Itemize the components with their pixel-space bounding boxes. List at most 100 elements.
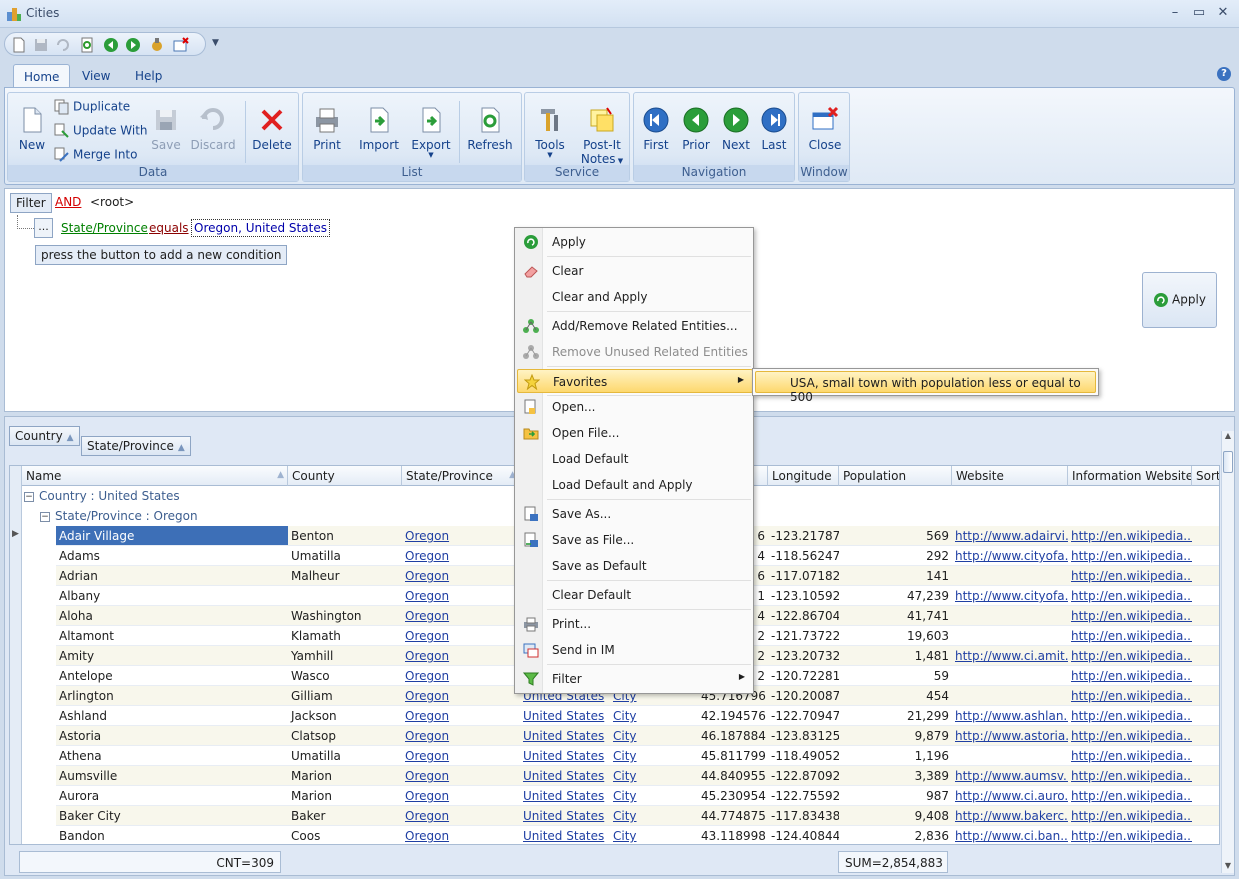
menu-item-open-file[interactable]: Open File... xyxy=(517,421,753,445)
cell-state[interactable]: Oregon xyxy=(402,686,520,706)
cell-info[interactable]: http://en.wikipedia.... xyxy=(1068,706,1192,726)
menu-item-clear-and-apply[interactable]: Clear and Apply xyxy=(517,285,753,309)
vertical-scrollbar[interactable]: ▲ ▼ xyxy=(1221,431,1234,873)
tab-home[interactable]: Home xyxy=(13,64,71,88)
prior-button[interactable]: Prior xyxy=(678,105,714,152)
cell-state[interactable]: Oregon xyxy=(402,566,520,586)
filter-operator[interactable]: AND xyxy=(55,195,81,209)
table-row[interactable]: Ashland Jackson Oregon United States City 42.… xyxy=(10,706,1219,726)
cell-info[interactable]: http://en.wikipedia.... xyxy=(1068,546,1192,566)
menu-item-add-remove-related[interactable]: Add/Remove Related Entities... xyxy=(517,314,753,338)
scroll-thumb[interactable] xyxy=(1223,451,1233,473)
cell-web[interactable] xyxy=(952,666,1068,686)
menu-item-save-as-default[interactable]: Save as Default xyxy=(517,554,753,578)
cell-web[interactable] xyxy=(952,686,1068,706)
save-button[interactable]: Save xyxy=(146,105,186,152)
cell-state[interactable]: Oregon xyxy=(402,706,520,726)
menu-item-clear[interactable]: Clear xyxy=(517,259,753,283)
column-header-name[interactable]: Name ▲ xyxy=(22,466,288,486)
merge-into-button[interactable]: Merge Into xyxy=(54,147,137,167)
cell-type[interactable]: City xyxy=(610,746,698,766)
refresh-button[interactable]: Refresh xyxy=(465,105,515,152)
cell-info[interactable]: http://en.wikipedia.... xyxy=(1068,626,1192,646)
cell-info[interactable]: http://en.wikipedia.... xyxy=(1068,586,1192,606)
print-button[interactable]: Print xyxy=(307,105,347,152)
cell-state[interactable]: Oregon xyxy=(402,606,520,626)
group-by-state-chip[interactable]: State/Province ▲ xyxy=(81,436,191,456)
table-row[interactable]: Baker City Baker Oregon United States City 44… xyxy=(10,806,1219,826)
minimize-button[interactable]: – xyxy=(1163,4,1187,22)
cell-info[interactable]: http://en.wikipedia.... xyxy=(1068,766,1192,786)
cell-info[interactable]: http://en.wikipedia.... xyxy=(1068,666,1192,686)
menu-item-open[interactable]: Open... xyxy=(517,395,753,419)
filter-value[interactable]: Oregon, United States xyxy=(191,219,330,237)
cell-web[interactable] xyxy=(952,626,1068,646)
cell-country[interactable]: United States xyxy=(520,766,610,786)
cell-info[interactable]: http://en.wikipedia.... xyxy=(1068,606,1192,626)
cell-web[interactable] xyxy=(952,746,1068,766)
cell-info[interactable]: http://en.wikipedia.... xyxy=(1068,526,1192,546)
table-row[interactable]: Aurora Marion Oregon United States City 45.23… xyxy=(10,786,1219,806)
table-row[interactable]: Aumsville Marion Oregon United States City 44… xyxy=(10,766,1219,786)
cell-web[interactable] xyxy=(952,606,1068,626)
cell-info[interactable]: http://en.wikipedia.... xyxy=(1068,566,1192,586)
cell-type[interactable]: City xyxy=(610,706,698,726)
menu-item-apply[interactable]: Apply xyxy=(517,230,753,254)
scroll-up-icon[interactable]: ▲ xyxy=(1222,431,1234,443)
cell-state[interactable]: Oregon xyxy=(402,626,520,646)
first-button[interactable]: First xyxy=(638,105,674,152)
filter-button[interactable]: Filter xyxy=(10,193,52,213)
new-icon[interactable] xyxy=(11,37,27,53)
cell-state[interactable]: Oregon xyxy=(402,726,520,746)
menu-item-remove-unused-related[interactable]: Remove Unused Related Entities xyxy=(517,340,753,364)
cell-country[interactable]: United States xyxy=(520,826,610,844)
cell-type[interactable]: City xyxy=(610,806,698,826)
cell-country[interactable]: United States xyxy=(520,706,610,726)
group-row-country[interactable]: − Country : United States xyxy=(24,486,180,506)
menu-item-save-as-file[interactable]: Save as File... xyxy=(517,528,753,552)
cell-state[interactable]: Oregon xyxy=(402,826,520,844)
menu-item-filter[interactable]: Filter ▶ xyxy=(517,667,753,691)
column-header-state[interactable]: State/Province ▲ xyxy=(402,466,520,486)
cell-web[interactable]: http://www.ci.amit... xyxy=(952,646,1068,666)
cell-state[interactable]: Oregon xyxy=(402,646,520,666)
collapse-icon[interactable]: − xyxy=(40,511,50,522)
cell-type[interactable]: City xyxy=(610,766,698,786)
column-header-longitude[interactable]: Longitude xyxy=(768,466,839,486)
menu-item-favorites[interactable]: Favorites ▶ xyxy=(517,369,753,393)
cell-info[interactable]: http://en.wikipedia.... xyxy=(1068,646,1192,666)
add-condition-button[interactable]: press the button to add a new condition xyxy=(35,245,288,265)
menu-item-print[interactable]: Print... xyxy=(517,612,753,636)
table-row[interactable]: Athena Umatilla Oregon United States City 45.… xyxy=(10,746,1219,766)
column-header-population[interactable]: Population xyxy=(839,466,952,486)
cell-info[interactable]: http://en.wikipedia.... xyxy=(1068,686,1192,706)
cell-web[interactable] xyxy=(952,566,1068,586)
menu-item-send-in-im[interactable]: Send in IM xyxy=(517,638,753,662)
cell-web[interactable]: http://www.adairvi... xyxy=(952,526,1068,546)
import-button[interactable]: Import xyxy=(357,105,401,152)
next-button[interactable]: Next xyxy=(718,105,754,152)
cell-state[interactable]: Oregon xyxy=(402,746,520,766)
save-icon[interactable] xyxy=(33,37,49,53)
cell-info[interactable]: http://en.wikipedia.... xyxy=(1068,746,1192,766)
condition-menu-button[interactable]: ... xyxy=(34,218,53,238)
duplicate-button[interactable]: Duplicate xyxy=(54,99,130,119)
cell-state[interactable]: Oregon xyxy=(402,526,520,546)
column-header-sort[interactable]: Sort xyxy=(1192,466,1219,486)
filter-condition[interactable]: equals xyxy=(149,221,189,235)
help-icon[interactable]: ? xyxy=(1217,67,1231,81)
cell-country[interactable]: United States xyxy=(520,746,610,766)
group-row-state[interactable]: − State/Province : Oregon xyxy=(40,506,198,526)
cell-state[interactable]: Oregon xyxy=(402,546,520,566)
table-row[interactable]: Bandon Coos Oregon United States City 43.1189… xyxy=(10,826,1219,844)
discard-button[interactable]: Discard xyxy=(188,105,238,152)
cell-type[interactable]: City xyxy=(610,826,698,844)
export-button[interactable]: Export ▼ xyxy=(409,105,453,159)
column-header-county[interactable]: County xyxy=(288,466,402,486)
scroll-down-icon[interactable]: ▼ xyxy=(1222,861,1234,873)
apply-filter-button[interactable]: Apply xyxy=(1142,272,1217,328)
collapse-icon[interactable]: − xyxy=(24,491,34,502)
new-button[interactable]: New xyxy=(14,105,50,152)
cell-state[interactable]: Oregon xyxy=(402,586,520,606)
cell-web[interactable]: http://www.cityofa... xyxy=(952,546,1068,566)
